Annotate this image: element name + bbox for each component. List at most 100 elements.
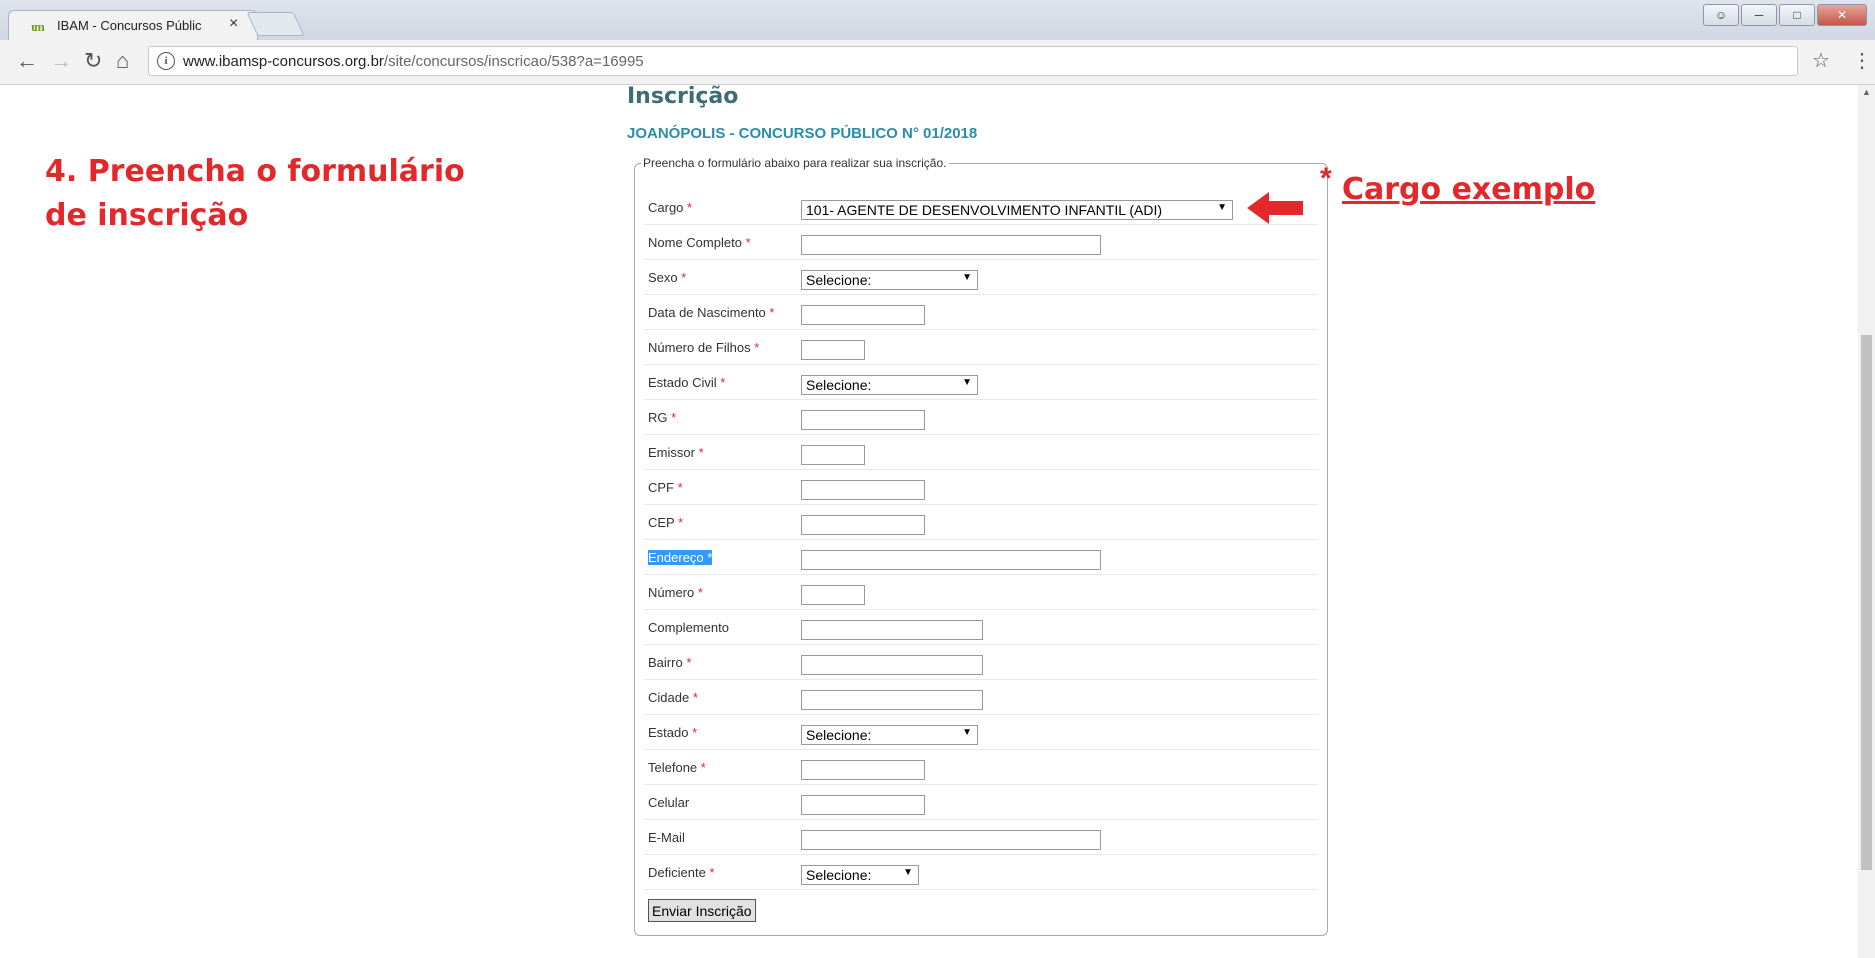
nome-completo-input[interactable]: [801, 235, 1101, 255]
cargo-callout: Cargo exemplo: [1342, 172, 1596, 207]
form-row-estado-civil: Estado Civil * Selecione: ▼: [644, 365, 1318, 400]
user-profile-icon[interactable]: ☺: [1703, 4, 1739, 26]
site-info-icon[interactable]: i: [157, 52, 175, 70]
celular-input[interactable]: [801, 795, 925, 815]
form-row-e-mail: E-Mail: [644, 820, 1318, 855]
selected-value: Selecione:: [806, 377, 872, 393]
field-label-telefone: Telefone *: [648, 760, 706, 775]
form-rows: Cargo * 101- AGENTE DE DESENVOLVIMENTO IN…: [644, 190, 1318, 925]
contest-title: JOANÓPOLIS - CONCURSO PÚBLICO N° 01/2018: [627, 125, 978, 142]
field-label-text: Sexo: [648, 270, 678, 285]
form-row-cidade: Cidade *: [644, 680, 1318, 715]
required-asterisk: *: [720, 375, 726, 390]
callout-asterisk: *: [1320, 162, 1332, 195]
minimize-icon[interactable]: ─: [1741, 4, 1777, 26]
required-asterisk: *: [678, 515, 684, 530]
bookmark-star-icon[interactable]: ☆: [1812, 48, 1830, 73]
form-row-cep: CEP *: [644, 505, 1318, 540]
url-host: www.ibamsp-concursos.org.br: [183, 53, 384, 70]
field-label-deficiente: Deficiente *: [648, 865, 715, 880]
field-label-emissor: Emissor *: [648, 445, 704, 460]
selected-value: Selecione:: [806, 272, 872, 288]
browser-menu-icon[interactable]: ⋮: [1852, 48, 1872, 73]
deficiente-select[interactable]: Selecione: ▼: [801, 865, 919, 885]
field-label-text: Endereço: [648, 550, 704, 565]
data-de-nascimento-input[interactable]: [801, 305, 925, 325]
back-arrow-icon[interactable]: ←: [16, 48, 38, 74]
form-row-sexo: Sexo * Selecione: ▼: [644, 260, 1318, 295]
field-label-data-de-nascimento: Data de Nascimento *: [648, 305, 774, 320]
field-label-text: Estado Civil: [648, 375, 717, 390]
maximize-icon[interactable]: □: [1779, 4, 1815, 26]
registration-form: Preencha o formulário abaixo para realiz…: [634, 156, 1328, 936]
close-window-icon[interactable]: ✕: [1817, 4, 1867, 26]
browser-tab[interactable]: ιm IBAM - Concursos Públic ×: [8, 10, 258, 40]
form-row-numero-de-filhos: Número de Filhos *: [644, 330, 1318, 365]
field-label-text: Emissor: [648, 445, 695, 460]
cep-input[interactable]: [801, 515, 925, 535]
page-scrollbar[interactable]: ▲: [1858, 85, 1875, 958]
form-row-rg: RG *: [644, 400, 1318, 435]
required-asterisk: *: [677, 480, 683, 495]
rg-input[interactable]: [801, 410, 925, 430]
complemento-input[interactable]: [801, 620, 983, 640]
field-label-text: Data de Nascimento: [648, 305, 766, 320]
form-legend: Preencha o formulário abaixo para realiz…: [643, 156, 947, 170]
forward-arrow-icon[interactable]: →: [50, 48, 72, 74]
estado-civil-select[interactable]: Selecione: ▼: [801, 375, 978, 395]
form-row-deficiente: Deficiente * Selecione: ▼: [644, 855, 1318, 890]
required-asterisk: *: [692, 690, 698, 705]
field-label-cargo: Cargo *: [648, 200, 692, 215]
required-asterisk: *: [681, 270, 687, 285]
selected-value: 101- AGENTE DE DESENVOLVIMENTO INFANTIL …: [806, 202, 1163, 218]
field-label-text: E-Mail: [648, 830, 685, 845]
field-label-text: Cargo: [648, 200, 684, 215]
field-label-text: Deficiente: [648, 865, 706, 880]
url-path: /site/concursos/inscricao/538?a=16995: [383, 53, 644, 70]
field-label-text: Celular: [648, 795, 690, 810]
field-label-text: CEP: [648, 515, 675, 530]
e-mail-input[interactable]: [801, 830, 1101, 850]
sexo-select[interactable]: Selecione: ▼: [801, 270, 978, 290]
submit-button[interactable]: Enviar Inscrição: [648, 899, 756, 922]
form-row-telefone: Telefone *: [644, 750, 1318, 785]
field-label-bairro: Bairro *: [648, 655, 691, 670]
address-bar[interactable]: i www.ibamsp-concursos.org.br/site/concu…: [148, 46, 1798, 76]
cpf-input[interactable]: [801, 480, 925, 500]
field-label-cidade: Cidade *: [648, 690, 698, 705]
numero-input[interactable]: [801, 585, 865, 605]
required-asterisk: *: [686, 655, 692, 670]
required-asterisk: *: [745, 235, 751, 250]
endereco-input[interactable]: [801, 550, 1101, 570]
page-title: Inscrição: [627, 84, 739, 109]
tab-close-icon[interactable]: ×: [229, 15, 238, 33]
numero-de-filhos-input[interactable]: [801, 340, 865, 360]
home-icon[interactable]: ⌂: [116, 48, 129, 74]
form-row-nome-completo: Nome Completo *: [644, 225, 1318, 260]
tab-title: IBAM - Concursos Públic: [57, 18, 202, 33]
cidade-input[interactable]: [801, 690, 983, 710]
telefone-input[interactable]: [801, 760, 925, 780]
field-label-cpf: CPF *: [648, 480, 683, 495]
field-label-text: Cidade: [648, 690, 690, 705]
browser-titlebar: ιm IBAM - Concursos Públic × ☺ ─ □ ✕: [0, 0, 1875, 40]
browser-toolbar: ← → ↻ ⌂ i www.ibamsp-concursos.org.br/si…: [0, 40, 1875, 85]
scroll-up-arrow-icon[interactable]: ▲: [1862, 87, 1871, 97]
bairro-input[interactable]: [801, 655, 983, 675]
field-label-text: Telefone: [648, 760, 698, 775]
form-row-bairro: Bairro *: [644, 645, 1318, 680]
field-label-text: Bairro: [648, 655, 683, 670]
field-label-cep: CEP *: [648, 515, 683, 530]
required-asterisk: *: [687, 200, 693, 215]
new-tab-button[interactable]: [246, 12, 305, 36]
field-label-text: Complemento: [648, 620, 729, 635]
field-label-numero-de-filhos: Número de Filhos *: [648, 340, 759, 355]
cargo-select[interactable]: 101- AGENTE DE DESENVOLVIMENTO INFANTIL …: [801, 200, 1233, 220]
form-row-celular: Celular: [644, 785, 1318, 820]
scroll-thumb[interactable]: [1861, 335, 1872, 870]
emissor-input[interactable]: [801, 445, 865, 465]
reload-icon[interactable]: ↻: [84, 48, 102, 74]
form-row-emissor: Emissor *: [644, 435, 1318, 470]
estado-select[interactable]: Selecione: ▼: [801, 725, 978, 745]
field-label-celular: Celular: [648, 795, 689, 810]
